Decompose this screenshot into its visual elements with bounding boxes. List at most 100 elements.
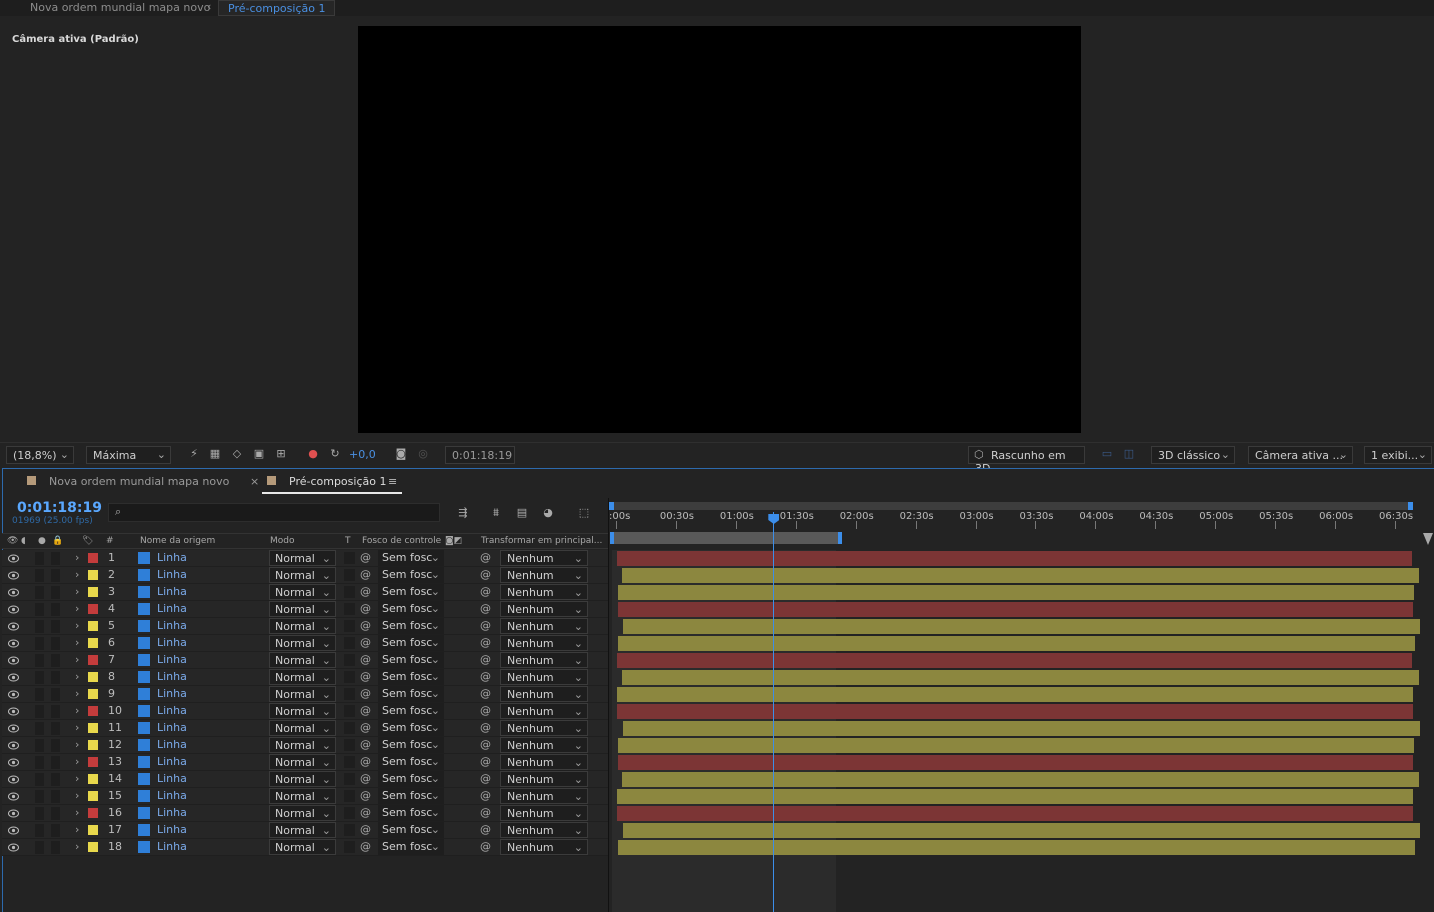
eye-icon[interactable] <box>8 570 19 580</box>
blend-mode-dropdown[interactable]: Normal ⌄ <box>269 805 336 821</box>
blend-mode-dropdown[interactable]: Normal ⌄ <box>269 822 336 838</box>
panel-menu-icon[interactable]: ≡ <box>388 475 397 488</box>
layer-source-name[interactable]: Linha <box>157 738 187 751</box>
expand-chevron-icon[interactable]: › <box>75 772 79 785</box>
track-matte-dropdown[interactable]: Sem fosc ⌄ <box>378 703 444 719</box>
label-color-swatch[interactable] <box>88 655 98 665</box>
preserve-transparency-toggle[interactable] <box>344 739 355 751</box>
solo-header-icon[interactable]: ● <box>38 536 46 546</box>
blend-mode-dropdown[interactable]: Normal ⌄ <box>269 618 336 634</box>
expand-chevron-icon[interactable]: › <box>75 636 79 649</box>
work-area-start-handle[interactable] <box>610 532 614 544</box>
matte-pickwhip-icon[interactable]: @ <box>360 721 371 734</box>
snapshot-camera-icon[interactable]: ◙ <box>394 447 408 461</box>
label-color-swatch[interactable] <box>88 604 98 614</box>
solo-toggle[interactable] <box>35 756 44 769</box>
layer-source-name[interactable]: Linha <box>157 704 187 717</box>
navigator-end-handle[interactable] <box>1408 502 1413 510</box>
label-color-swatch[interactable] <box>88 621 98 631</box>
parent-dropdown[interactable]: Nenhum ⌄ <box>500 720 588 736</box>
expand-chevron-icon[interactable]: › <box>75 670 79 683</box>
parent-pickwhip-icon[interactable]: @ <box>480 636 491 649</box>
expand-chevron-icon[interactable]: › <box>75 551 79 564</box>
source-name-header[interactable]: Nome da origem <box>140 536 215 546</box>
matte-pickwhip-icon[interactable]: @ <box>360 704 371 717</box>
matte-pickwhip-icon[interactable]: @ <box>360 636 371 649</box>
preserve-transparency-toggle[interactable] <box>344 620 355 632</box>
lock-toggle[interactable] <box>51 637 60 650</box>
lock-toggle[interactable] <box>51 773 60 786</box>
label-color-swatch[interactable] <box>88 774 98 784</box>
expand-chevron-icon[interactable]: › <box>75 738 79 751</box>
track-matte-dropdown[interactable]: Sem fosc ⌄ <box>378 822 444 838</box>
preserve-transparency-toggle[interactable] <box>344 773 355 785</box>
solo-toggle[interactable] <box>35 654 44 667</box>
parent-dropdown[interactable]: Nenhum ⌄ <box>500 686 588 702</box>
track-matte-dropdown[interactable]: Sem fosc ⌄ <box>378 584 444 600</box>
layer-source-name[interactable]: Linha <box>157 653 187 666</box>
eye-icon[interactable] <box>8 723 19 733</box>
matte-pickwhip-icon[interactable]: @ <box>360 738 371 751</box>
parent-pickwhip-icon[interactable]: @ <box>480 619 491 632</box>
layer-row[interactable]: › 12 Linha Normal ⌄ @ Sem fosc ⌄ @ Nenhum ⌄ <box>2 737 608 754</box>
layer-duration-bar[interactable] <box>621 670 1419 685</box>
preserve-transparency-toggle[interactable] <box>344 586 355 598</box>
draft-3d-toggle[interactable]: Rascunho em 3D⬡ <box>968 446 1085 475</box>
matte-pickwhip-icon[interactable]: @ <box>360 602 371 615</box>
solo-toggle[interactable] <box>35 603 44 616</box>
layer-source-name[interactable]: Linha <box>157 568 187 581</box>
parent-pickwhip-icon[interactable]: @ <box>480 585 491 598</box>
blend-mode-dropdown[interactable]: Normal ⌄ <box>269 635 336 651</box>
layer-source-name[interactable]: Linha <box>157 755 187 768</box>
parent-pickwhip-icon[interactable]: @ <box>480 687 491 700</box>
label-color-swatch[interactable] <box>88 757 98 767</box>
breadcrumb-current-comp[interactable]: Pré-composição 1 <box>218 0 336 16</box>
label-color-swatch[interactable] <box>88 808 98 818</box>
expand-chevron-icon[interactable]: › <box>75 840 79 853</box>
expand-chevron-icon[interactable]: › <box>75 653 79 666</box>
eye-icon[interactable] <box>8 587 19 597</box>
expand-chevron-icon[interactable]: › <box>75 789 79 802</box>
lock-toggle[interactable] <box>51 552 60 565</box>
track-matte-dropdown[interactable]: Sem fosc ⌄ <box>378 635 444 651</box>
preserve-transparency-toggle[interactable] <box>344 569 355 581</box>
lock-toggle[interactable] <box>51 654 60 667</box>
expand-chevron-icon[interactable]: › <box>75 721 79 734</box>
expand-chevron-icon[interactable]: › <box>75 602 79 615</box>
expand-chevron-icon[interactable]: › <box>75 619 79 632</box>
blend-mode-dropdown[interactable]: Normal ⌄ <box>269 703 336 719</box>
lock-toggle[interactable] <box>51 807 60 820</box>
layer-duration-bar[interactable] <box>616 806 1413 821</box>
label-color-swatch[interactable] <box>88 791 98 801</box>
breadcrumb-parent-comp[interactable]: Nova ordem mundial mapa novo <box>30 1 210 14</box>
parent-dropdown[interactable]: Nenhum ⌄ <box>500 822 588 838</box>
parent-pickwhip-icon[interactable]: @ <box>480 738 491 751</box>
matte-pickwhip-icon[interactable]: @ <box>360 568 371 581</box>
layer-duration-bar[interactable] <box>621 568 1419 583</box>
lock-header-icon[interactable]: 🔒 <box>52 536 63 546</box>
layer-row[interactable]: › 4 Linha Normal ⌄ @ Sem fosc ⌄ @ Nenhum ⌄ <box>2 601 608 618</box>
view-layout-dropdown[interactable]: 1 exibi... ⌄ <box>1364 446 1432 464</box>
timeline-current-time[interactable]: 0:01:18:19 <box>17 500 102 516</box>
eye-icon[interactable] <box>8 740 19 750</box>
layer-duration-bar[interactable] <box>622 721 1420 736</box>
matte-pickwhip-icon[interactable]: @ <box>360 687 371 700</box>
parent-pickwhip-icon[interactable]: @ <box>480 840 491 853</box>
eye-icon[interactable] <box>8 757 19 767</box>
layer-source-name[interactable]: Linha <box>157 551 187 564</box>
layer-row[interactable]: › 13 Linha Normal ⌄ @ Sem fosc ⌄ @ Nenhum ⌄ <box>2 754 608 771</box>
eye-icon[interactable] <box>8 774 19 784</box>
label-color-swatch[interactable] <box>88 842 98 852</box>
work-area-end-handle[interactable] <box>837 532 842 544</box>
expand-chevron-icon[interactable]: › <box>75 704 79 717</box>
parent-pickwhip-icon[interactable]: @ <box>480 551 491 564</box>
layer-row[interactable]: › 10 Linha Normal ⌄ @ Sem fosc ⌄ @ Nenhum ⌄ <box>2 703 608 720</box>
solo-toggle[interactable] <box>35 841 44 854</box>
3d-ground-plane-icon[interactable]: ◫ <box>1122 447 1136 461</box>
parent-dropdown[interactable]: Nenhum ⌄ <box>500 567 588 583</box>
layer-row[interactable]: › 14 Linha Normal ⌄ @ Sem fosc ⌄ @ Nenhum ⌄ <box>2 771 608 788</box>
layer-duration-bar[interactable] <box>617 755 1413 770</box>
matte-pickwhip-icon[interactable]: @ <box>360 653 371 666</box>
lock-toggle[interactable] <box>51 722 60 735</box>
grid-guides-icon[interactable]: ⊞ <box>274 447 288 461</box>
